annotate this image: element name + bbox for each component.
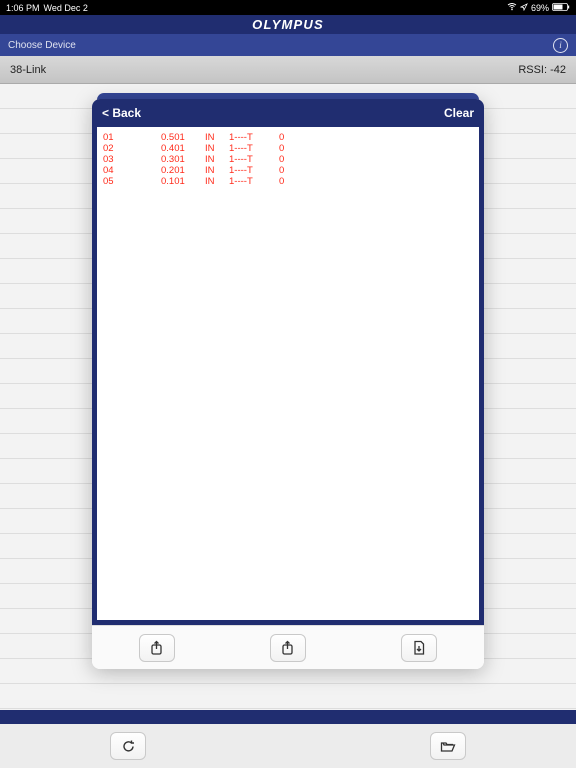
row-code: 1----T [225, 177, 275, 188]
data-modal: < Back Clear 010.501IN1----T0020.401IN1-… [92, 99, 484, 669]
info-icon[interactable]: i [553, 38, 568, 53]
modal-toolbar [92, 625, 484, 669]
clear-button[interactable]: Clear [444, 106, 474, 120]
share-button-2[interactable] [270, 634, 306, 662]
device-name: 38-Link [10, 64, 46, 76]
app-header: OLYMPUS [0, 15, 576, 34]
data-table: 010.501IN1----T0020.401IN1----T0030.301I… [99, 133, 305, 188]
bottom-divider [0, 710, 576, 724]
modal-header: < Back Clear [92, 99, 484, 127]
refresh-button[interactable] [110, 732, 146, 760]
modal-body: 010.501IN1----T0020.401IN1----T0030.301I… [92, 127, 484, 620]
table-row: 030.301IN1----T0 [99, 155, 305, 166]
row-value: 0.101 [157, 177, 201, 188]
status-date: Wed Dec 2 [44, 3, 88, 13]
battery-percent: 69% [531, 3, 549, 13]
row-unit: IN [201, 177, 225, 188]
device-rssi: RSSI: -42 [518, 64, 566, 76]
device-bar[interactable]: 38-Link RSSI: -42 [0, 56, 576, 84]
table-row: 050.101IN1----T0 [99, 177, 305, 188]
folder-button[interactable] [430, 732, 466, 760]
table-row: 040.201IN1----T0 [99, 166, 305, 177]
row-id: 05 [99, 177, 157, 188]
share-button-1[interactable] [139, 634, 175, 662]
status-time: 1:06 PM [6, 3, 40, 13]
back-button[interactable]: < Back [102, 106, 141, 120]
bottom-toolbar [0, 724, 576, 768]
choose-device-label[interactable]: Choose Device [8, 40, 76, 51]
status-bar: 1:06 PM Wed Dec 2 69% [0, 0, 576, 15]
table-row: 010.501IN1----T0 [99, 133, 305, 144]
table-row: 020.401IN1----T0 [99, 144, 305, 155]
subheader: Choose Device i [0, 34, 576, 56]
location-icon [520, 3, 528, 13]
bottom-bar [0, 710, 576, 768]
brand-logo: OLYMPUS [252, 17, 324, 32]
export-file-button[interactable] [401, 634, 437, 662]
row-flag: 0 [275, 177, 305, 188]
battery-icon [552, 3, 570, 13]
wifi-icon [507, 3, 517, 13]
